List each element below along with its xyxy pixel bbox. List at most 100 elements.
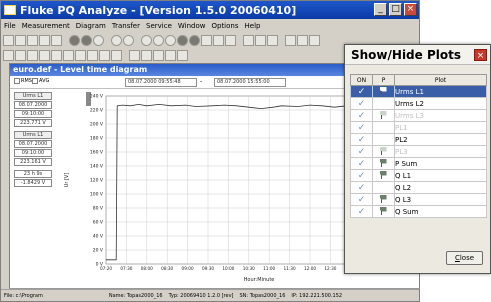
save-icon[interactable] bbox=[27, 34, 38, 46]
list-icon[interactable] bbox=[225, 34, 236, 46]
time-from-field[interactable]: 08.07.2000 09:55:48 bbox=[125, 78, 197, 87]
zoom-fit-icon[interactable] bbox=[51, 49, 62, 61]
record-icon[interactable] bbox=[69, 34, 80, 46]
open-folder-icon[interactable] bbox=[15, 34, 26, 46]
table-icon[interactable] bbox=[201, 34, 212, 46]
minimize-button[interactable]: _ bbox=[374, 3, 387, 16]
plot-row[interactable]: ✓ Q L2 bbox=[350, 181, 487, 194]
new-file-icon[interactable] bbox=[3, 34, 14, 46]
plot-visible-toggle[interactable]: ✓ bbox=[350, 169, 373, 182]
rms-checkbox[interactable]: RMS bbox=[14, 78, 32, 84]
pan-left-icon[interactable] bbox=[3, 49, 14, 61]
plot-visible-toggle[interactable]: ✓ bbox=[350, 133, 373, 146]
plot-pin-toggle[interactable] bbox=[372, 109, 395, 122]
pan-right-icon[interactable] bbox=[15, 49, 26, 61]
cursor-a-icon[interactable] bbox=[75, 49, 86, 61]
plot-visible-toggle[interactable]: ✓ bbox=[350, 97, 373, 110]
plot-pin-toggle[interactable] bbox=[372, 145, 395, 158]
plot-pin-toggle[interactable] bbox=[372, 205, 395, 218]
plot-row[interactable]: ✓ PL2 bbox=[350, 133, 487, 146]
cursor-icon[interactable] bbox=[243, 34, 254, 46]
y-tick-label: 40 V bbox=[93, 234, 104, 240]
plot-row[interactable]: ✓ Q L3 bbox=[350, 193, 487, 206]
plot-name: Q L1 bbox=[394, 169, 487, 182]
plot-row[interactable]: ✓ PL3 bbox=[350, 145, 487, 158]
dialog-close-icon[interactable]: × bbox=[474, 49, 487, 61]
channel-4-icon[interactable] bbox=[177, 34, 188, 46]
channel-3-icon[interactable] bbox=[165, 34, 176, 46]
plot-row[interactable]: ✓ Urms L1 bbox=[350, 85, 487, 98]
autoscale-icon[interactable] bbox=[63, 49, 74, 61]
dialog-title: Show/Hide Plots bbox=[345, 45, 490, 65]
plot-row[interactable]: ✓ Q Sum bbox=[350, 205, 487, 218]
level-diagram-icon[interactable] bbox=[129, 49, 140, 61]
plot-visible-toggle[interactable]: ✓ bbox=[350, 157, 373, 170]
channel-5-icon[interactable] bbox=[189, 34, 200, 46]
x-tick-label: 07:20 bbox=[100, 266, 112, 271]
menu-diagram[interactable]: Diagram bbox=[76, 22, 106, 30]
plot-visible-toggle[interactable]: ✓ bbox=[350, 121, 373, 134]
plot-name: PL2 bbox=[394, 133, 487, 146]
menu-options[interactable]: Options bbox=[211, 22, 238, 30]
stop-icon[interactable] bbox=[93, 34, 104, 46]
phase-l1-icon[interactable] bbox=[111, 34, 122, 46]
plot-visible-toggle[interactable]: ✓ bbox=[350, 85, 373, 98]
plot-visible-toggle[interactable]: ✓ bbox=[350, 109, 373, 122]
close-button[interactable]: × bbox=[404, 3, 417, 16]
menu-help[interactable]: Help bbox=[245, 22, 261, 30]
y-tick-label: 180 V bbox=[90, 136, 104, 142]
checkmark-icon: ✓ bbox=[357, 194, 366, 205]
flag-icon[interactable] bbox=[111, 49, 122, 61]
y-tick-label: 120 V bbox=[90, 178, 104, 184]
avg-checkbox[interactable]: AVG bbox=[32, 78, 49, 84]
zoom-icon[interactable] bbox=[255, 34, 266, 46]
plot-visible-toggle[interactable]: ✓ bbox=[350, 145, 373, 158]
x-axis-label: Hour:Minute bbox=[244, 277, 275, 283]
window-titlebar[interactable]: Fluke PQ Analyze - [Version 1.5.0 200604… bbox=[1, 1, 419, 19]
plot-pin-toggle[interactable] bbox=[372, 157, 395, 170]
plot-row[interactable]: ✓ Urms L3 bbox=[350, 109, 487, 122]
zoom-in-icon[interactable] bbox=[27, 49, 38, 61]
channel-1-icon[interactable] bbox=[141, 34, 152, 46]
plot-pin-toggle[interactable] bbox=[372, 133, 395, 146]
grid-icon[interactable] bbox=[39, 34, 50, 46]
bar-diagram-icon[interactable] bbox=[141, 49, 152, 61]
menu-transfer[interactable]: Transfer bbox=[112, 22, 140, 30]
plot-row[interactable]: ✓ PL1 bbox=[350, 121, 487, 134]
print-icon[interactable] bbox=[51, 34, 62, 46]
y-tick-label: 20 V bbox=[93, 248, 104, 254]
plot-visible-toggle[interactable]: ✓ bbox=[350, 205, 373, 218]
plot-pin-toggle[interactable] bbox=[372, 85, 395, 98]
cursor-b-icon[interactable] bbox=[87, 49, 98, 61]
plot-pin-toggle[interactable] bbox=[372, 97, 395, 110]
menu-file[interactable]: File bbox=[4, 22, 16, 30]
measure-icon[interactable] bbox=[267, 34, 278, 46]
plot-row[interactable]: ✓ P Sum bbox=[350, 157, 487, 170]
menu-window[interactable]: Window bbox=[178, 22, 206, 30]
maximize-button[interactable]: □ bbox=[389, 3, 402, 16]
time-to-field[interactable]: 08.07.2000 15:55:00 bbox=[214, 78, 286, 87]
report-icon[interactable] bbox=[213, 34, 224, 46]
plot-pin-toggle[interactable] bbox=[372, 121, 395, 134]
plot-pin-toggle[interactable] bbox=[372, 169, 395, 182]
export-icon[interactable] bbox=[285, 34, 296, 46]
plot-row[interactable]: ✓ Urms L2 bbox=[350, 97, 487, 110]
statistic-diagram-icon[interactable] bbox=[177, 49, 188, 61]
compare-icon[interactable] bbox=[297, 34, 308, 46]
close-dialog-button[interactable]: Close bbox=[446, 251, 483, 265]
plot-visible-toggle[interactable]: ✓ bbox=[350, 193, 373, 206]
event-diagram-icon[interactable] bbox=[153, 49, 164, 61]
plot-pin-toggle[interactable] bbox=[372, 193, 395, 206]
harmonic-diagram-icon[interactable] bbox=[165, 49, 176, 61]
menu-measurement[interactable]: Measurement bbox=[22, 22, 70, 30]
phase-l2-icon[interactable] bbox=[123, 34, 134, 46]
zoom-out-icon[interactable] bbox=[39, 49, 50, 61]
plot-pin-toggle[interactable] bbox=[372, 181, 395, 194]
plot-visible-toggle[interactable]: ✓ bbox=[350, 181, 373, 194]
settings-icon[interactable] bbox=[309, 34, 320, 46]
plot-row[interactable]: ✓ Q L1 bbox=[350, 169, 487, 182]
channel-2-icon[interactable] bbox=[153, 34, 164, 46]
marker-icon[interactable] bbox=[99, 49, 110, 61]
menu-service[interactable]: Service bbox=[146, 22, 172, 30]
play-icon[interactable] bbox=[81, 34, 92, 46]
